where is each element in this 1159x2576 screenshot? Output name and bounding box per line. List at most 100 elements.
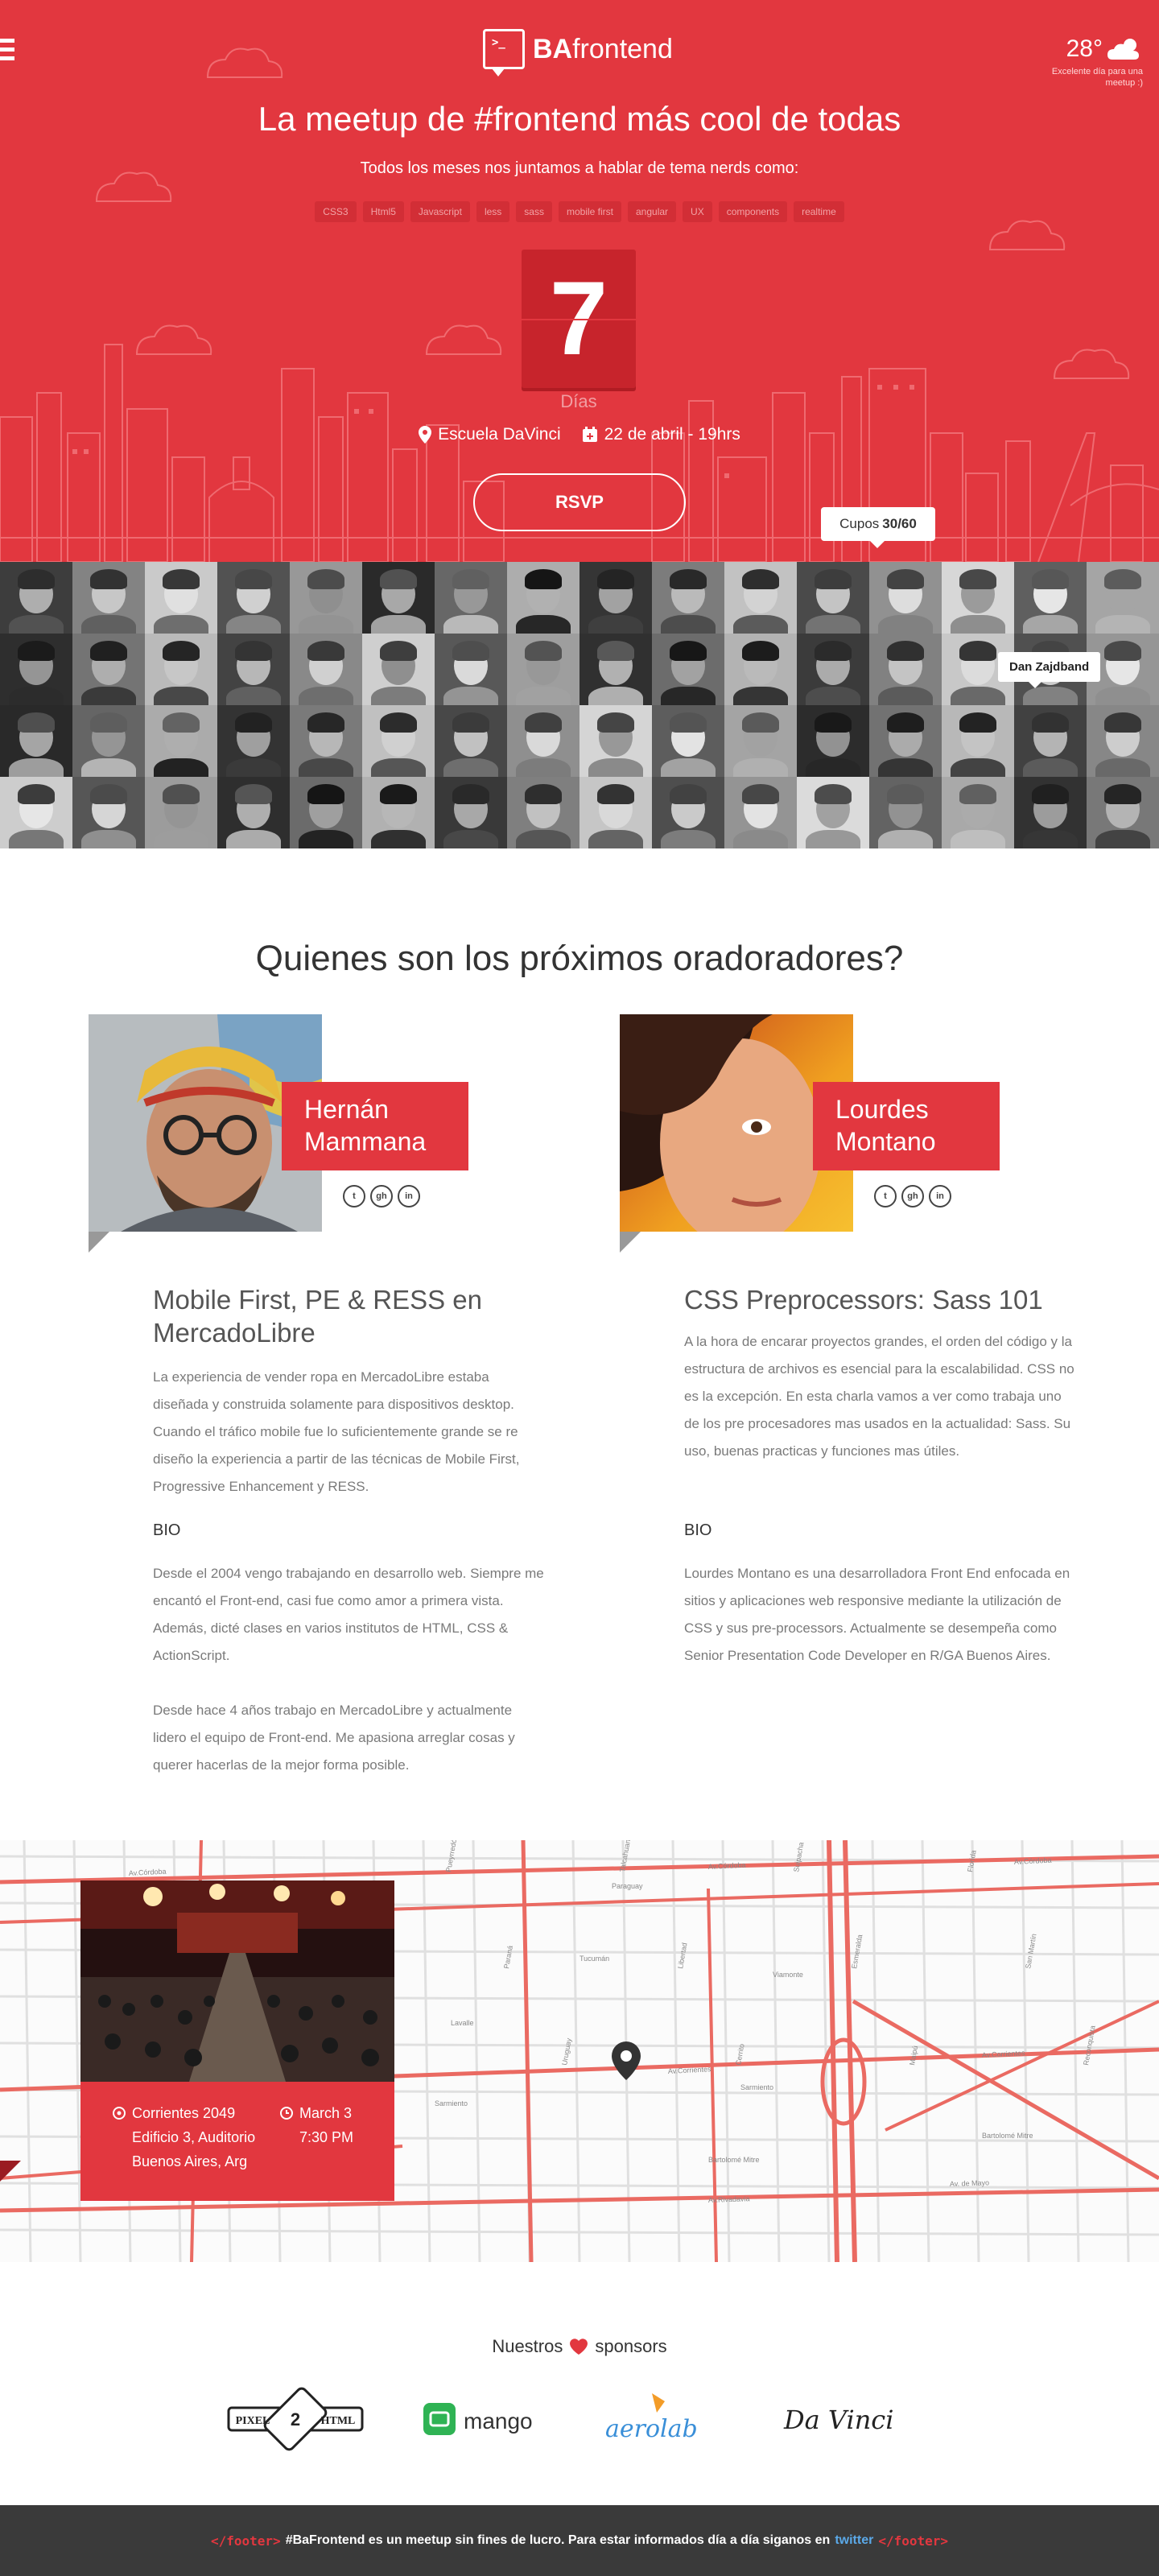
map-marker-icon[interactable] [612, 2041, 641, 2080]
topic-tags: CSS3 Html5 Javascript less sass mobile f… [0, 201, 1159, 222]
attendee-avatar[interactable] [797, 634, 869, 705]
topic-tag: Html5 [362, 201, 404, 222]
attendee-avatar[interactable] [580, 562, 652, 634]
attendee-avatar[interactable] [797, 777, 869, 848]
logo-mark-icon: >_ [483, 29, 525, 76]
attendee-avatar[interactable] [507, 777, 580, 848]
attendee-avatar[interactable] [1087, 705, 1159, 777]
twitter-link[interactable]: twitter [835, 2533, 873, 2548]
attendee-avatar[interactable] [0, 562, 72, 634]
attendee-avatar[interactable] [362, 562, 435, 634]
cupos-value: 30/60 [882, 516, 917, 531]
footer-text: #BaFrontend es un meetup sin fines de lu… [285, 2533, 831, 2547]
attendee-avatar[interactable] [1014, 777, 1087, 848]
attendee-avatar[interactable] [217, 777, 290, 848]
attendee-avatar[interactable] [797, 562, 869, 634]
attendee-avatar[interactable] [724, 705, 797, 777]
attendee-avatar[interactable] [362, 634, 435, 705]
davinci-logo: Da Vinci [783, 2405, 893, 2435]
attendee-avatar[interactable] [1014, 562, 1087, 634]
sponsor-aerolab[interactable]: aerolab [602, 2383, 715, 2455]
menu-icon[interactable] [0, 39, 16, 64]
logo-text: BAfrontend [533, 34, 673, 65]
attendee-avatar[interactable] [724, 562, 797, 634]
logo-text-bold: BA [533, 33, 573, 64]
attendee-avatar[interactable] [869, 562, 942, 634]
attendee-avatar[interactable] [72, 562, 145, 634]
attendee-avatar[interactable] [1087, 562, 1159, 634]
cloud-sun-icon [1107, 39, 1139, 60]
attendee-avatar[interactable] [435, 562, 507, 634]
attendee-avatar[interactable] [652, 705, 724, 777]
flip-divider [522, 319, 636, 320]
attendee-avatar[interactable] [145, 634, 217, 705]
aerolab-logo: aerolab [605, 2393, 698, 2443]
heart-icon [570, 2339, 588, 2355]
attendee-avatar[interactable] [797, 705, 869, 777]
bio-paragraph: Desde hace 4 años trabajo en MercadoLibr… [153, 1703, 515, 1773]
attendee-avatar[interactable] [1014, 705, 1087, 777]
attendee-avatar[interactable] [869, 634, 942, 705]
attendee-avatar[interactable] [435, 705, 507, 777]
attendee-avatar[interactable] [580, 634, 652, 705]
attendee-avatar[interactable] [0, 777, 72, 848]
linkedin-icon[interactable]: in [398, 1185, 420, 1208]
attendee-avatar[interactable] [145, 705, 217, 777]
topic-tag: components [718, 201, 788, 222]
attendee-avatar[interactable] [724, 777, 797, 848]
footer-close-tag: </footer> [878, 2533, 949, 2549]
calendar-icon [582, 427, 597, 442]
twitter-icon[interactable]: t [874, 1185, 897, 1208]
twitter-icon[interactable]: t [343, 1185, 365, 1208]
countdown-number: 7 [549, 259, 608, 377]
venue-map[interactable]: Av.Córdoba Av.Córdoba Av.Córdoba Tucumán Lav… [0, 1840, 1159, 2262]
attendee-avatar[interactable] [652, 562, 724, 634]
cupos-label: Cupos [839, 516, 880, 531]
attendee-avatar[interactable] [290, 562, 362, 634]
topic-tag: Javascript [410, 201, 470, 222]
attendee-avatar[interactable] [652, 634, 724, 705]
attendee-avatar[interactable] [0, 634, 72, 705]
attendee-avatar[interactable] [580, 705, 652, 777]
sponsor-mango[interactable]: mango [423, 2383, 544, 2455]
attendee-avatar[interactable] [1087, 777, 1159, 848]
talk-description: La experiencia de vender ropa en Mercado… [153, 1369, 520, 1494]
attendee-avatar[interactable] [435, 777, 507, 848]
attendee-avatar[interactable] [0, 705, 72, 777]
sponsor-pixel2html[interactable]: 2 PIXEL HTML [227, 2383, 364, 2455]
attendee-avatar[interactable] [435, 634, 507, 705]
attendee-avatar[interactable] [217, 634, 290, 705]
attendee-avatar[interactable] [145, 562, 217, 634]
attendee-avatar[interactable] [724, 634, 797, 705]
attendee-avatar[interactable] [507, 562, 580, 634]
linkedin-icon[interactable]: in [929, 1185, 951, 1208]
attendee-avatar[interactable] [362, 777, 435, 848]
attendee-avatar[interactable] [507, 705, 580, 777]
attendee-avatar[interactable] [652, 777, 724, 848]
attendee-avatar[interactable] [290, 705, 362, 777]
github-icon[interactable]: gh [901, 1185, 924, 1208]
rsvp-button[interactable]: RSVP [473, 473, 686, 531]
attendee-avatar[interactable] [362, 705, 435, 777]
attendee-avatar[interactable] [942, 777, 1014, 848]
attendee-avatar[interactable] [942, 562, 1014, 634]
github-icon[interactable]: gh [370, 1185, 393, 1208]
attendee-avatar[interactable] [290, 634, 362, 705]
sponsor-davinci[interactable]: Da Vinci [781, 2383, 918, 2455]
attendee-avatar[interactable] [217, 705, 290, 777]
attendee-avatar[interactable] [942, 705, 1014, 777]
attendee-avatar[interactable] [869, 705, 942, 777]
attendee-avatar[interactable] [869, 777, 942, 848]
attendee-avatar[interactable] [72, 634, 145, 705]
bio-paragraph: Desde el 2004 vengo trabajando en desarr… [153, 1566, 544, 1663]
logo[interactable]: >_ BAfrontend [483, 29, 673, 76]
attendee-avatar[interactable] [507, 634, 580, 705]
weather-temperature: 28° [1066, 35, 1103, 62]
attendee-avatar[interactable] [72, 777, 145, 848]
attendee-avatar[interactable] [72, 705, 145, 777]
attendee-avatar[interactable] [290, 777, 362, 848]
venue-address-line3: Buenos Aires, Arg [132, 2153, 248, 2169]
attendee-avatar[interactable] [145, 777, 217, 848]
attendee-avatar[interactable] [580, 777, 652, 848]
attendee-avatar[interactable] [217, 562, 290, 634]
